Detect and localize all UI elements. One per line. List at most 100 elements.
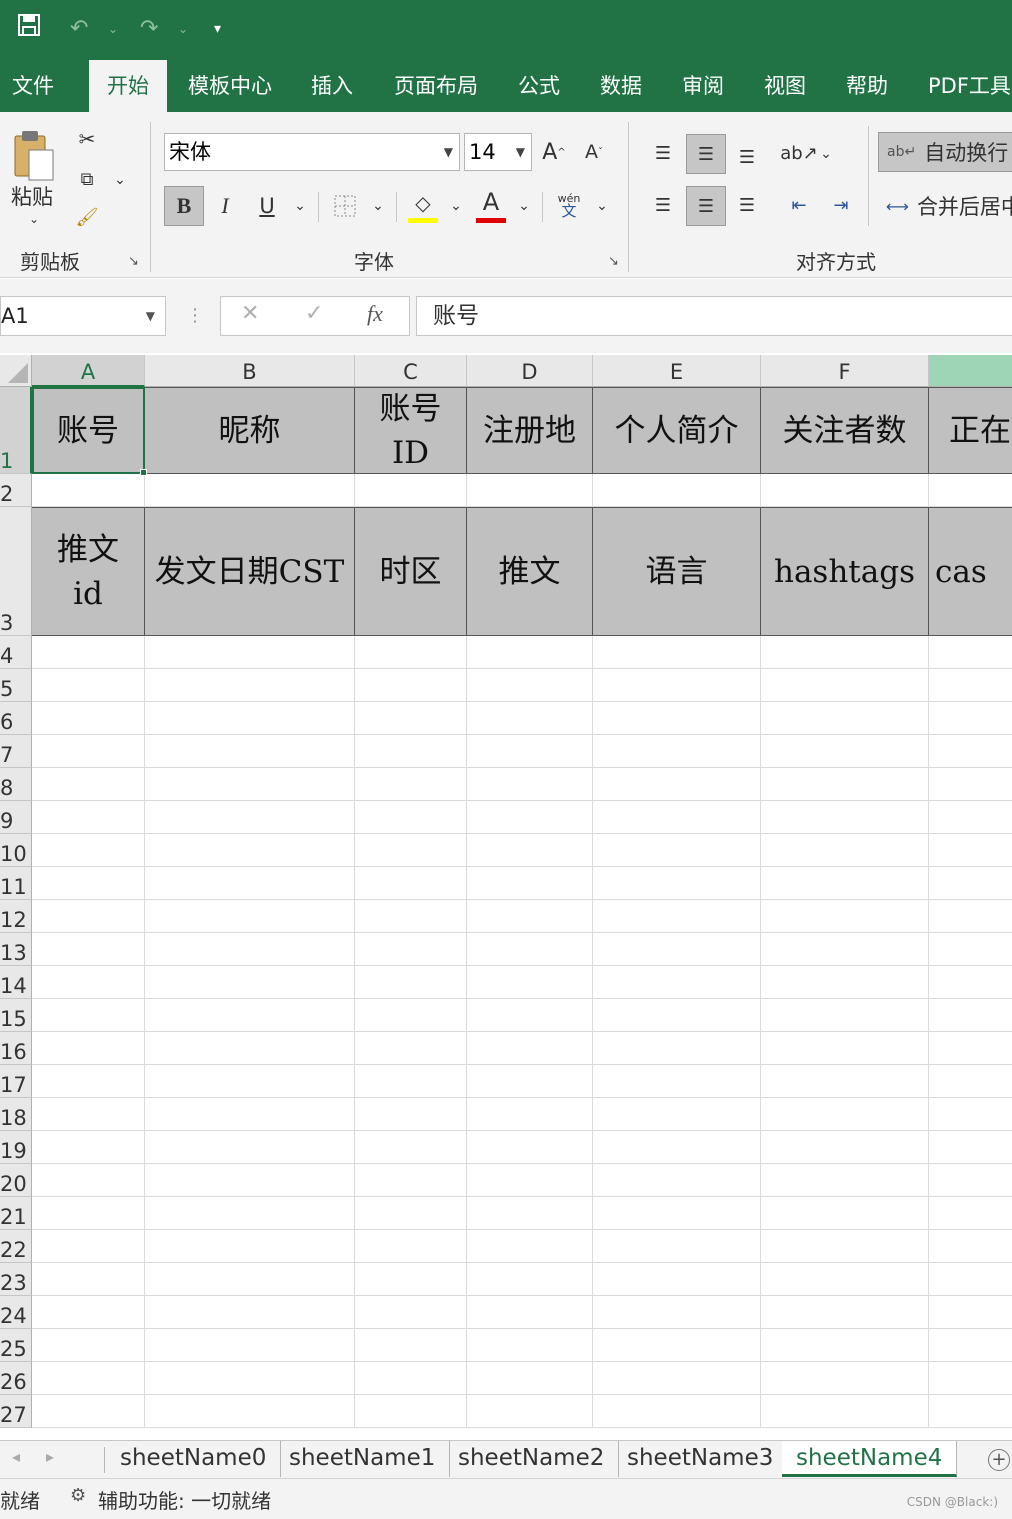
align-left-icon[interactable]: ☰	[644, 186, 682, 224]
grid-cell[interactable]	[929, 735, 1012, 768]
sheet-tab-4[interactable]: sheetName4	[782, 1441, 958, 1477]
grid-cell[interactable]	[32, 669, 145, 702]
grid-cell[interactable]	[145, 834, 355, 867]
align-center-icon[interactable]: ☰	[686, 186, 726, 226]
row-header-13[interactable]: 13	[0, 933, 32, 966]
row-header-3[interactable]: 3	[0, 507, 32, 636]
phonetic-dropdown-icon[interactable]: ⌄	[592, 194, 612, 218]
grid-cell[interactable]	[467, 834, 593, 867]
grid-cell[interactable]	[929, 933, 1012, 966]
grid-cell[interactable]	[761, 1296, 929, 1329]
cell-f3[interactable]: hashtags	[761, 507, 929, 636]
grid-cell[interactable]	[761, 636, 929, 669]
grid-cell[interactable]	[929, 834, 1012, 867]
grid-cell[interactable]	[929, 900, 1012, 933]
tab-help[interactable]: 帮助	[834, 60, 900, 112]
borders-icon[interactable]	[330, 190, 360, 222]
column-header-d[interactable]: D	[467, 355, 593, 387]
grid-cell[interactable]	[32, 1329, 145, 1362]
grid-cell[interactable]	[929, 702, 1012, 735]
enter-icon[interactable]: ✓	[305, 301, 323, 326]
grid-cell[interactable]	[145, 702, 355, 735]
font-launcher-icon[interactable]: ↘	[608, 254, 619, 269]
orientation-icon[interactable]: ab↗	[780, 138, 818, 168]
grid-cell[interactable]	[145, 933, 355, 966]
customize-qat-icon[interactable]: ▾	[214, 14, 221, 44]
grid-cell[interactable]	[761, 834, 929, 867]
cell-c3[interactable]: 时区	[355, 507, 467, 636]
grid-cell[interactable]	[32, 900, 145, 933]
grid-cell[interactable]	[145, 999, 355, 1032]
sheet-tab-1[interactable]: sheetName1	[275, 1441, 451, 1477]
grid-cell[interactable]	[761, 1230, 929, 1263]
increase-indent-icon[interactable]: ⇥	[824, 188, 858, 222]
tab-data[interactable]: 数据	[588, 60, 654, 112]
tab-pdf-tools[interactable]: PDF工具	[916, 60, 1012, 112]
grid-cell[interactable]	[593, 1296, 761, 1329]
underline-dropdown-icon[interactable]: ⌄	[290, 194, 310, 218]
grid-cell[interactable]	[929, 1098, 1012, 1131]
grid-cell[interactable]	[593, 801, 761, 834]
grid-cell[interactable]	[761, 801, 929, 834]
phonetic-guide-icon[interactable]: wén 文	[552, 188, 586, 222]
grid-cell[interactable]	[761, 474, 929, 507]
row-header-25[interactable]: 25	[0, 1329, 32, 1362]
format-painter-icon[interactable]: 🖌	[74, 204, 100, 230]
column-header-g[interactable]	[929, 355, 1012, 387]
grid-cell[interactable]	[32, 1395, 145, 1428]
cell-a1[interactable]: 账号	[32, 387, 145, 474]
grid-cell[interactable]	[32, 1362, 145, 1395]
fill-handle[interactable]	[140, 469, 147, 476]
grid-cell[interactable]	[355, 1263, 467, 1296]
align-middle-icon[interactable]: ☰	[686, 134, 726, 174]
tab-formulas[interactable]: 公式	[506, 60, 572, 112]
grid-cell[interactable]	[355, 1230, 467, 1263]
worksheet-grid[interactable]: A B C D E F 1 2 3 4 5 6 7 8 9 10 11 12 13 14 15 16 17 18 1…	[0, 355, 1012, 1440]
grid-cell[interactable]	[32, 636, 145, 669]
cell-e3[interactable]: 语言	[593, 507, 761, 636]
grid-cell[interactable]	[593, 1263, 761, 1296]
grid-cell[interactable]	[355, 867, 467, 900]
grid-cell[interactable]	[929, 1065, 1012, 1098]
redo-icon[interactable]: ↷	[140, 14, 158, 44]
grid-cell[interactable]	[593, 669, 761, 702]
cell-c1[interactable]: 账号 ID	[355, 387, 467, 474]
italic-button[interactable]: I	[208, 186, 242, 226]
tab-insert[interactable]: 插入	[299, 60, 365, 112]
grid-cell[interactable]	[145, 669, 355, 702]
grid-cell[interactable]	[761, 1032, 929, 1065]
decrease-font-size-icon[interactable]: Aˇ	[580, 136, 608, 168]
grid-cell[interactable]	[593, 636, 761, 669]
grid-cell[interactable]	[467, 1395, 593, 1428]
grid-cell[interactable]	[467, 1230, 593, 1263]
grid-cell[interactable]	[467, 1263, 593, 1296]
grid-cell[interactable]	[929, 669, 1012, 702]
merge-center-button[interactable]: ⟷ 合并后居中	[878, 186, 1012, 226]
grid-cell[interactable]	[355, 1131, 467, 1164]
grid-cell[interactable]	[593, 474, 761, 507]
row-header-17[interactable]: 17	[0, 1065, 32, 1098]
grid-cell[interactable]	[32, 1164, 145, 1197]
grid-cell[interactable]	[467, 702, 593, 735]
row-header-18[interactable]: 18	[0, 1098, 32, 1131]
grid-cell[interactable]	[761, 735, 929, 768]
grid-cell[interactable]	[145, 636, 355, 669]
grid-cell[interactable]	[355, 1329, 467, 1362]
row-header-16[interactable]: 16	[0, 1032, 32, 1065]
row-header-4[interactable]: 4	[0, 636, 32, 669]
font-size-combo[interactable]: 14 ▼	[464, 133, 532, 171]
row-header-23[interactable]: 23	[0, 1263, 32, 1296]
grid-cell[interactable]	[467, 1164, 593, 1197]
grid-cell[interactable]	[593, 768, 761, 801]
decrease-indent-icon[interactable]: ⇤	[782, 188, 816, 222]
cut-icon[interactable]: ✂	[74, 126, 100, 152]
grid-cell[interactable]	[593, 966, 761, 999]
formula-input[interactable]: 账号	[416, 296, 1012, 336]
copy-dropdown-icon[interactable]: ⌄	[110, 170, 130, 190]
column-header-f[interactable]: F	[761, 355, 929, 387]
row-header-22[interactable]: 22	[0, 1230, 32, 1263]
grid-cell[interactable]	[761, 702, 929, 735]
grid-cell[interactable]	[929, 1164, 1012, 1197]
row-header-11[interactable]: 11	[0, 867, 32, 900]
grid-cell[interactable]	[593, 834, 761, 867]
